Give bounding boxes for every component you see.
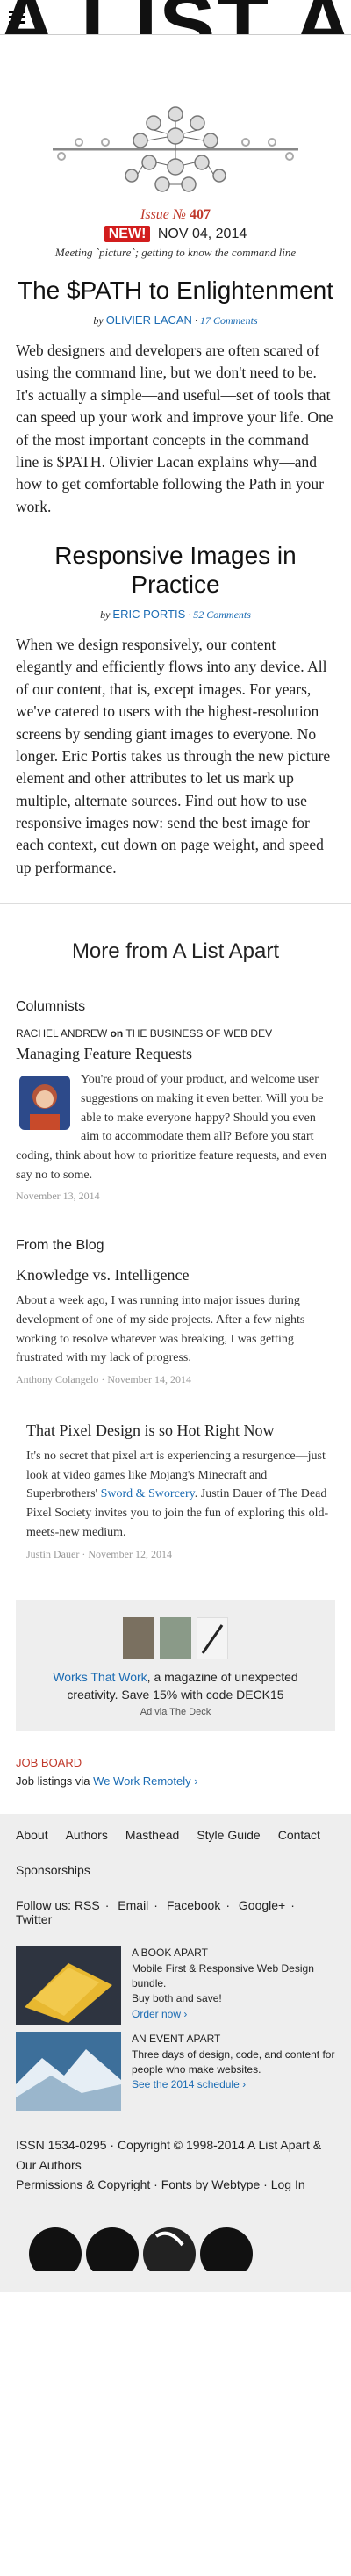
column-author[interactable]: RACHEL ANDREW — [16, 1027, 107, 1040]
follow-links: Follow us: RSS · Email · Facebook · Google+… — [16, 1898, 295, 1927]
comments-link[interactable]: 17 Comments — [200, 314, 258, 327]
legal-line1: ISSN 1534-0295 · Copyright © 1998-2014 A… — [16, 2138, 322, 2172]
byline-by: by — [100, 608, 111, 622]
comments-link[interactable]: 52 Comments — [193, 608, 251, 621]
more-heading: More from A List Apart — [71, 939, 280, 964]
follow-label: Follow us: — [16, 1898, 72, 1913]
sword-sworcery-link[interactable]: Sword & Sworcery — [101, 1487, 195, 1500]
issue-number-value: 407 — [189, 207, 211, 222]
footer-link-style-guide[interactable]: Style Guide — [197, 1826, 260, 1844]
site-footer: About Authors Masthead Style Guide Conta… — [0, 1814, 351, 2292]
new-badge: NEW! — [104, 226, 151, 242]
we-work-remotely-link[interactable]: We Work Remotely — [93, 1774, 191, 1788]
blog-post-meta: Justin Dauer · November 12, 2014 — [26, 1547, 172, 1560]
event-heading: AN EVENT APART — [132, 2033, 221, 2046]
follow-twitter[interactable]: Twitter — [16, 1912, 52, 1926]
follow-email[interactable]: Email — [118, 1898, 148, 1912]
works-that-work-link[interactable]: Works That Work — [53, 1670, 147, 1684]
author-link[interactable]: OLIVIER LACAN — [106, 313, 192, 327]
blog-post-title[interactable]: Knowledge vs. Intelligence — [16, 1266, 335, 1284]
column-date: November 13, 2014 — [16, 1190, 100, 1203]
article-summary: Web designers and developers are often s… — [16, 342, 333, 515]
issue-illustration — [53, 106, 298, 192]
follow-rss[interactable]: RSS — [75, 1898, 100, 1912]
column-byline: RACHEL ANDREW on THE BUSINESS OF WEB DEV — [16, 1027, 335, 1040]
legal-line2[interactable]: Permissions & Copyright · Fonts by Webty… — [16, 2175, 335, 2194]
section-divider — [0, 903, 351, 905]
issue-date: NOV 04, 2014 — [157, 227, 247, 241]
job-board-label: JOB BOARD — [16, 1756, 82, 1770]
legal-text: ISSN 1534-0295 · Copyright © 1998-2014 A… — [16, 2135, 335, 2194]
top-bar: A LIST A — [0, 0, 351, 35]
issue-number: Issue № 407 — [0, 207, 351, 223]
partner-logos — [29, 2227, 253, 2281]
event-line1: Three days of design, code, and content … — [132, 2047, 335, 2076]
arrow-icon: › — [194, 1774, 198, 1788]
byline-by: by — [93, 314, 104, 327]
column-name[interactable]: THE BUSINESS OF WEB DEV — [125, 1027, 272, 1040]
event-image — [16, 2032, 121, 2112]
site-logo[interactable]: A LIST A — [0, 0, 351, 34]
column-on: on — [110, 1027, 124, 1040]
job-board-text: Job listings via We Work Remotely › — [16, 1774, 335, 1788]
deck-ad[interactable]: Works That Work, a magazine of unexpecte… — [16, 1599, 335, 1732]
footer-link-contact[interactable]: Contact — [278, 1826, 320, 1844]
blog-label: From the Blog — [16, 1238, 104, 1254]
article-title[interactable]: Responsive Images in Practice — [16, 541, 335, 599]
blog-post-body: About a week ago, I was running into maj… — [16, 1294, 305, 1365]
issue-label: Issue № — [140, 207, 186, 222]
article-title-link[interactable]: Responsive Images in Practice — [54, 542, 296, 598]
order-now-link[interactable]: Order now › — [132, 2008, 187, 2020]
footer-link-authors[interactable]: Authors — [66, 1826, 108, 1844]
author-link[interactable]: ERIC PORTIS — [112, 608, 185, 621]
ad-image — [123, 1616, 154, 1659]
book-line1: Mobile First & Responsive Web Design bun… — [132, 1961, 314, 1990]
book-heading: A BOOK APART — [132, 1946, 208, 1960]
issue-dateline: NEW! NOV 04, 2014 — [0, 226, 351, 242]
column-title[interactable]: Managing Feature Requests — [16, 1045, 335, 1063]
blog-post-meta: Anthony Colangelo · November 14, 2014 — [16, 1373, 191, 1386]
footer-link-about[interactable]: About — [16, 1826, 48, 1844]
ad-via[interactable]: Ad via The Deck — [32, 1707, 319, 1717]
blog-post-body: It's no secret that pixel art is experie… — [26, 1447, 335, 1542]
column-body: You're proud of your product, and welcom… — [16, 1070, 335, 1184]
ad-image — [197, 1616, 228, 1659]
article-byline: by OLIVIER LACAN · 17 Comments — [93, 313, 258, 327]
article-title-link[interactable]: The $PATH to Enlightenment — [18, 277, 333, 304]
book-image — [16, 1946, 121, 2026]
job-board-prefix: Job listings via — [16, 1774, 94, 1788]
ad-text: Works That Work, a magazine of unexpecte… — [32, 1668, 319, 1704]
schedule-link[interactable]: See the 2014 schedule › — [132, 2078, 246, 2090]
book-line2: Buy both and save! — [132, 1992, 222, 2005]
ad-images[interactable] — [32, 1616, 319, 1659]
blog-post-title[interactable]: That Pixel Design is so Hot Right Now — [26, 1421, 335, 1440]
book-promo[interactable]: A BOOK APART Mobile First & Responsive W… — [16, 1946, 335, 2026]
footer-link-masthead[interactable]: Masthead — [125, 1826, 179, 1844]
footer-link-sponsorships[interactable]: Sponsorships — [16, 1861, 90, 1879]
avatar — [19, 1076, 70, 1131]
columnists-label: Columnists — [16, 999, 86, 1015]
article-byline: by ERIC PORTIS · 52 Comments — [100, 608, 251, 622]
ad-image — [160, 1616, 191, 1659]
article-summary: When we design responsively, our content… — [16, 636, 331, 876]
footer-nav: About Authors Masthead Style Guide Conta… — [16, 1826, 335, 1879]
article-title[interactable]: The $PATH to Enlightenment — [16, 276, 335, 305]
issue-tagline: Meeting `picture`; getting to know the c… — [54, 246, 297, 259]
follow-facebook[interactable]: Facebook — [167, 1898, 220, 1912]
job-board: JOB BOARD Job listings via We Work Remot… — [16, 1756, 335, 1788]
follow-google-plus[interactable]: Google+ — [239, 1898, 285, 1912]
event-promo[interactable]: AN EVENT APART Three days of design, cod… — [16, 2032, 335, 2112]
